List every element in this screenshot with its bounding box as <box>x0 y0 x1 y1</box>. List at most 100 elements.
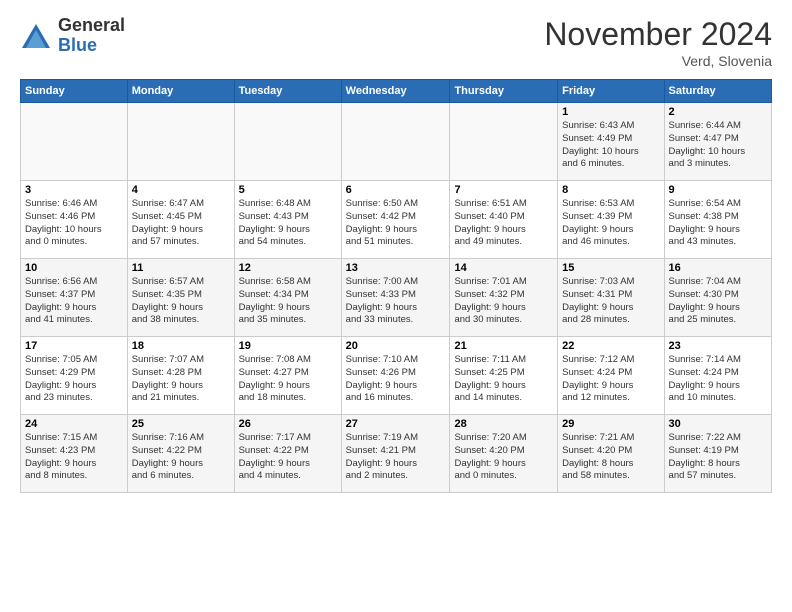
calendar-cell-w1-d1: 4 Sunrise: 6:47 AM Sunset: 4:45 PM Daylig… <box>127 181 234 259</box>
day-number-9: 9 <box>669 184 767 196</box>
day-number-30: 30 <box>669 418 767 430</box>
day-number-1: 1 <box>562 106 659 118</box>
location: Verd, Slovenia <box>544 53 772 69</box>
logo-icon <box>20 20 52 52</box>
day-info-7: Sunrise: 6:51 AM Sunset: 4:40 PM Dayligh… <box>454 198 553 249</box>
day-number-5: 5 <box>239 184 337 196</box>
col-friday: Friday <box>558 80 664 103</box>
day-number-22: 22 <box>562 340 659 352</box>
logo-general-text: General <box>58 16 125 36</box>
day-number-15: 15 <box>562 262 659 274</box>
day-info-3: Sunrise: 6:46 AM Sunset: 4:46 PM Dayligh… <box>25 198 123 249</box>
calendar-cell-w4-d6: 30Sunrise: 7:22 AM Sunset: 4:19 PM Dayli… <box>664 415 771 493</box>
day-info-13: Sunrise: 7:00 AM Sunset: 4:33 PM Dayligh… <box>346 276 446 327</box>
week-row-3: 17Sunrise: 7:05 AM Sunset: 4:29 PM Dayli… <box>21 337 772 415</box>
calendar-cell-w3-d3: 20Sunrise: 7:10 AM Sunset: 4:26 PM Dayli… <box>341 337 450 415</box>
logo-blue-text: Blue <box>58 36 125 56</box>
calendar-cell-w2-d3: 13 Sunrise: 7:00 AM Sunset: 4:33 PM Dayli… <box>341 259 450 337</box>
calendar-cell-w1-d6: 9 Sunrise: 6:54 AM Sunset: 4:38 PM Daylig… <box>664 181 771 259</box>
calendar-cell-w3-d0: 17Sunrise: 7:05 AM Sunset: 4:29 PM Dayli… <box>21 337 128 415</box>
day-info-18: Sunrise: 7:07 AM Sunset: 4:28 PM Dayligh… <box>132 354 230 405</box>
day-number-4: 4 <box>132 184 230 196</box>
calendar-cell-w2-d6: 16 Sunrise: 7:04 AM Sunset: 4:30 PM Dayli… <box>664 259 771 337</box>
day-number-21: 21 <box>454 340 553 352</box>
day-info-27: Sunrise: 7:19 AM Sunset: 4:21 PM Dayligh… <box>346 432 446 483</box>
calendar-cell-w3-d6: 23 Sunrise: 7:14 AM Sunset: 4:24 PM Dayli… <box>664 337 771 415</box>
day-number-19: 19 <box>239 340 337 352</box>
page: General Blue November 2024 Verd, Sloveni… <box>0 0 792 503</box>
col-sunday: Sunday <box>21 80 128 103</box>
day-number-25: 25 <box>132 418 230 430</box>
day-info-8: Sunrise: 6:53 AM Sunset: 4:39 PM Dayligh… <box>562 198 659 249</box>
day-info-25: Sunrise: 7:16 AM Sunset: 4:22 PM Dayligh… <box>132 432 230 483</box>
day-info-6: Sunrise: 6:50 AM Sunset: 4:42 PM Dayligh… <box>346 198 446 249</box>
day-info-26: Sunrise: 7:17 AM Sunset: 4:22 PM Dayligh… <box>239 432 337 483</box>
day-number-13: 13 <box>346 262 446 274</box>
calendar-cell-w2-d2: 12 Sunrise: 6:58 AM Sunset: 4:34 PM Dayli… <box>234 259 341 337</box>
day-info-2: Sunrise: 6:44 AM Sunset: 4:47 PM Dayligh… <box>669 120 767 171</box>
day-info-17: Sunrise: 7:05 AM Sunset: 4:29 PM Dayligh… <box>25 354 123 405</box>
week-row-0: 1 Sunrise: 6:43 AM Sunset: 4:49 PM Daylig… <box>21 103 772 181</box>
day-info-4: Sunrise: 6:47 AM Sunset: 4:45 PM Dayligh… <box>132 198 230 249</box>
day-info-9: Sunrise: 6:54 AM Sunset: 4:38 PM Dayligh… <box>669 198 767 249</box>
day-number-6: 6 <box>346 184 446 196</box>
calendar-cell-w3-d2: 19 Sunrise: 7:08 AM Sunset: 4:27 PM Dayli… <box>234 337 341 415</box>
day-number-20: 20 <box>346 340 446 352</box>
day-info-12: Sunrise: 6:58 AM Sunset: 4:34 PM Dayligh… <box>239 276 337 327</box>
day-number-3: 3 <box>25 184 123 196</box>
calendar-cell-w0-d6: 2Sunrise: 6:44 AM Sunset: 4:47 PM Daylig… <box>664 103 771 181</box>
calendar-cell-w3-d5: 22 Sunrise: 7:12 AM Sunset: 4:24 PM Dayli… <box>558 337 664 415</box>
day-info-1: Sunrise: 6:43 AM Sunset: 4:49 PM Dayligh… <box>562 120 659 171</box>
calendar-cell-w0-d5: 1 Sunrise: 6:43 AM Sunset: 4:49 PM Daylig… <box>558 103 664 181</box>
logo-text: General Blue <box>58 16 125 56</box>
calendar-cell-w3-d4: 21Sunrise: 7:11 AM Sunset: 4:25 PM Dayli… <box>450 337 558 415</box>
calendar-cell-w4-d2: 26 Sunrise: 7:17 AM Sunset: 4:22 PM Dayli… <box>234 415 341 493</box>
calendar-cell-w4-d4: 28 Sunrise: 7:20 AM Sunset: 4:20 PM Dayli… <box>450 415 558 493</box>
calendar-cell-w1-d5: 8 Sunrise: 6:53 AM Sunset: 4:39 PM Daylig… <box>558 181 664 259</box>
day-number-26: 26 <box>239 418 337 430</box>
day-info-29: Sunrise: 7:21 AM Sunset: 4:20 PM Dayligh… <box>562 432 659 483</box>
day-number-23: 23 <box>669 340 767 352</box>
day-number-7: 7 <box>454 184 553 196</box>
day-info-10: Sunrise: 6:56 AM Sunset: 4:37 PM Dayligh… <box>25 276 123 327</box>
day-number-12: 12 <box>239 262 337 274</box>
day-number-8: 8 <box>562 184 659 196</box>
day-info-16: Sunrise: 7:04 AM Sunset: 4:30 PM Dayligh… <box>669 276 767 327</box>
title-block: November 2024 Verd, Slovenia <box>544 16 772 69</box>
day-number-10: 10 <box>25 262 123 274</box>
calendar-cell-w4-d3: 27 Sunrise: 7:19 AM Sunset: 4:21 PM Dayli… <box>341 415 450 493</box>
day-number-11: 11 <box>132 262 230 274</box>
day-number-24: 24 <box>25 418 123 430</box>
day-info-5: Sunrise: 6:48 AM Sunset: 4:43 PM Dayligh… <box>239 198 337 249</box>
day-number-27: 27 <box>346 418 446 430</box>
month-title: November 2024 <box>544 16 772 53</box>
day-info-15: Sunrise: 7:03 AM Sunset: 4:31 PM Dayligh… <box>562 276 659 327</box>
calendar-cell-w1-d3: 6 Sunrise: 6:50 AM Sunset: 4:42 PM Daylig… <box>341 181 450 259</box>
calendar-cell-w2-d5: 15 Sunrise: 7:03 AM Sunset: 4:31 PM Dayli… <box>558 259 664 337</box>
calendar-cell-w4-d1: 25 Sunrise: 7:16 AM Sunset: 4:22 PM Dayli… <box>127 415 234 493</box>
day-info-14: Sunrise: 7:01 AM Sunset: 4:32 PM Dayligh… <box>454 276 553 327</box>
day-info-22: Sunrise: 7:12 AM Sunset: 4:24 PM Dayligh… <box>562 354 659 405</box>
day-info-23: Sunrise: 7:14 AM Sunset: 4:24 PM Dayligh… <box>669 354 767 405</box>
calendar-cell-w0-d4 <box>450 103 558 181</box>
day-info-28: Sunrise: 7:20 AM Sunset: 4:20 PM Dayligh… <box>454 432 553 483</box>
calendar-cell-w1-d2: 5 Sunrise: 6:48 AM Sunset: 4:43 PM Daylig… <box>234 181 341 259</box>
day-number-16: 16 <box>669 262 767 274</box>
week-row-2: 10 Sunrise: 6:56 AM Sunset: 4:37 PM Dayli… <box>21 259 772 337</box>
calendar-cell-w3-d1: 18 Sunrise: 7:07 AM Sunset: 4:28 PM Dayli… <box>127 337 234 415</box>
calendar-cell-w4-d5: 29Sunrise: 7:21 AM Sunset: 4:20 PM Dayli… <box>558 415 664 493</box>
calendar-cell-w0-d0 <box>21 103 128 181</box>
day-info-19: Sunrise: 7:08 AM Sunset: 4:27 PM Dayligh… <box>239 354 337 405</box>
calendar-cell-w0-d2 <box>234 103 341 181</box>
calendar-cell-w0-d1 <box>127 103 234 181</box>
calendar-cell-w1-d4: 7 Sunrise: 6:51 AM Sunset: 4:40 PM Daylig… <box>450 181 558 259</box>
col-monday: Monday <box>127 80 234 103</box>
calendar-cell-w2-d4: 14 Sunrise: 7:01 AM Sunset: 4:32 PM Dayli… <box>450 259 558 337</box>
day-number-18: 18 <box>132 340 230 352</box>
calendar-table: Sunday Monday Tuesday Wednesday Thursday… <box>20 79 772 493</box>
day-number-28: 28 <box>454 418 553 430</box>
col-saturday: Saturday <box>664 80 771 103</box>
week-row-4: 24Sunrise: 7:15 AM Sunset: 4:23 PM Dayli… <box>21 415 772 493</box>
day-number-14: 14 <box>454 262 553 274</box>
day-info-11: Sunrise: 6:57 AM Sunset: 4:35 PM Dayligh… <box>132 276 230 327</box>
